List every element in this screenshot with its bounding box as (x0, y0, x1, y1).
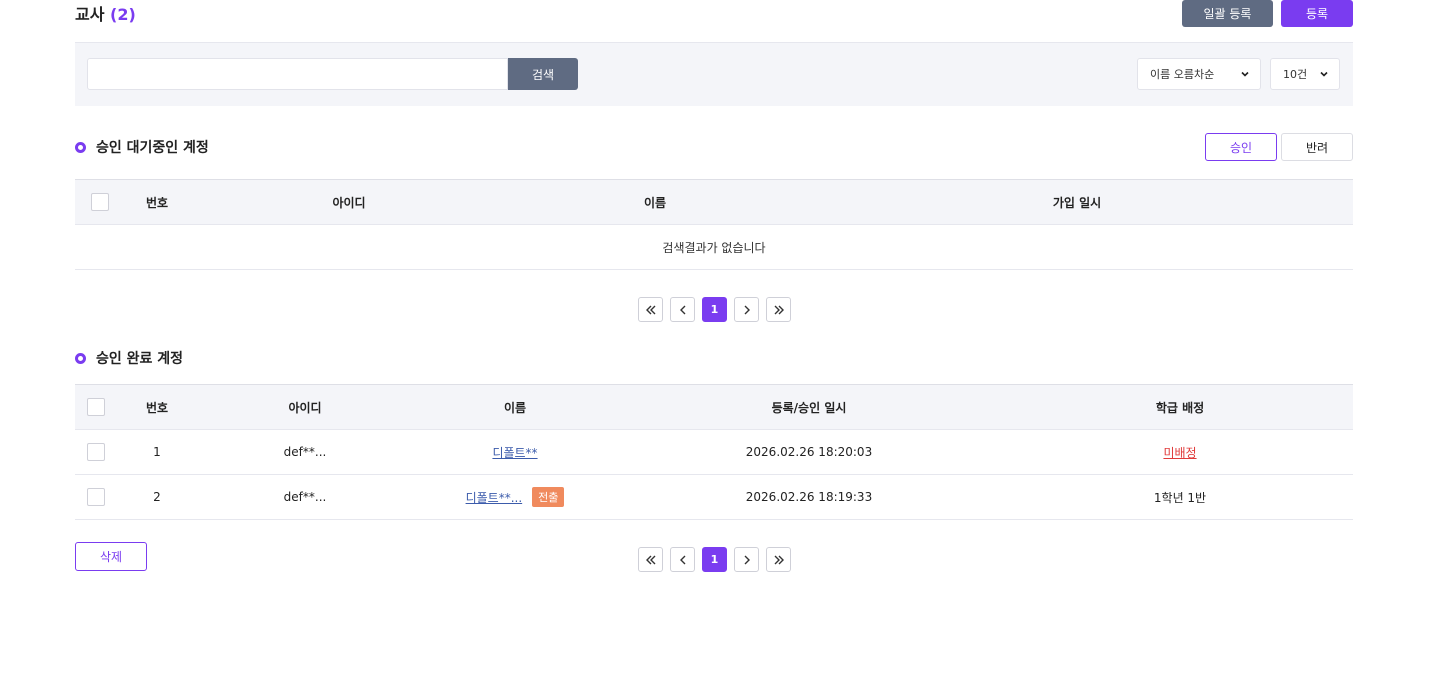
column-header-number: 번호 (145, 195, 169, 210)
empty-result-row: 검색결과가 없습니다 (75, 225, 1353, 270)
page-button-current[interactable]: 1 (702, 547, 727, 572)
column-header-id: 아이디 (332, 195, 366, 210)
column-header-name: 이름 (643, 195, 667, 210)
transfer-badge: 전출 (532, 487, 565, 507)
page-title-text: 교사 (75, 5, 105, 24)
page-size-select[interactable]: 10건 (1270, 58, 1340, 90)
approved-pagination: 1 (638, 547, 791, 572)
column-header-registered-at: 등록/승인 일시 (771, 400, 847, 415)
prev-page-button[interactable] (670, 297, 695, 322)
select-all-checkbox[interactable] (91, 193, 109, 211)
search-input[interactable] (87, 58, 508, 90)
row-registered-at: 2026.02.26 18:19:33 (745, 490, 873, 504)
row-checkbox[interactable] (87, 488, 105, 506)
empty-message: 검색결과가 없습니다 (662, 240, 766, 255)
next-page-button[interactable] (734, 297, 759, 322)
sort-select[interactable]: 이름 오름차순 (1137, 58, 1261, 90)
register-button[interactable]: 등록 (1281, 0, 1353, 27)
row-class-cell: 미배정 (1120, 430, 1240, 474)
row-number: 2 (153, 490, 161, 504)
row-name-cell: 디폴트**... 전출 (435, 475, 595, 519)
bullet-icon (75, 141, 86, 153)
column-header-class-assignment: 학급 배정 (1155, 400, 1205, 415)
row-checkbox-cell (86, 475, 106, 519)
search-button[interactable]: 검색 (508, 58, 578, 90)
approved-section-title: 승인 완료 계정 (75, 348, 183, 368)
chevron-right-icon (744, 555, 750, 564)
bulk-register-button[interactable]: 일괄 등록 (1182, 0, 1273, 27)
approved-table-header: 번호 아이디 이름 등록/승인 일시 학급 배정 (75, 384, 1353, 430)
reject-button[interactable]: 반려 (1281, 133, 1353, 161)
chevron-down-icon (1241, 71, 1249, 77)
column-header-id: 아이디 (288, 400, 322, 415)
pending-pagination: 1 (638, 297, 791, 322)
chevron-left-icon (679, 305, 685, 314)
row-name-link[interactable]: 디폴트**... (466, 489, 523, 506)
row-id: def**... (283, 490, 327, 504)
last-page-button[interactable] (766, 547, 791, 572)
approve-button[interactable]: 승인 (1205, 133, 1277, 161)
table-row: 2 def**... 디폴트**... 전출 2026.02.26 18:19:… (75, 475, 1353, 520)
select-all-cell (86, 385, 106, 429)
row-checkbox[interactable] (87, 443, 105, 461)
row-number: 1 (153, 445, 161, 459)
column-header-joined-at: 가입 일시 (1052, 195, 1102, 210)
table-row: 1 def**... 디폴트** 2026.02.26 18:20:03 미배정 (75, 430, 1353, 475)
first-page-button[interactable] (638, 547, 663, 572)
row-name-link[interactable]: 디폴트** (492, 444, 537, 461)
pending-section-title: 승인 대기중인 계정 (75, 137, 209, 157)
delete-button[interactable]: 삭제 (75, 542, 147, 571)
last-page-button[interactable] (766, 297, 791, 322)
teacher-count: (2) (110, 5, 136, 24)
next-page-button[interactable] (734, 547, 759, 572)
prev-page-button[interactable] (670, 547, 695, 572)
double-chevron-right-icon (774, 555, 784, 564)
double-chevron-left-icon (645, 555, 655, 564)
row-id: def**... (283, 445, 327, 459)
row-name-cell: 디폴트** (455, 430, 575, 474)
chevron-left-icon (679, 555, 685, 564)
unassigned-link[interactable]: 미배정 (1163, 444, 1196, 461)
bullet-icon (75, 352, 86, 364)
row-class-assignment: 1학년 1반 (1153, 490, 1207, 505)
row-checkbox-cell (86, 430, 106, 474)
sort-select-value: 이름 오름차순 (1150, 68, 1215, 81)
column-header-number: 번호 (145, 400, 169, 415)
page-button-current[interactable]: 1 (702, 297, 727, 322)
row-registered-at: 2026.02.26 18:20:03 (745, 445, 873, 459)
select-all-checkbox[interactable] (87, 398, 105, 416)
page-size-value: 10건 (1283, 68, 1308, 81)
chevron-right-icon (744, 305, 750, 314)
double-chevron-left-icon (645, 305, 655, 314)
double-chevron-right-icon (774, 305, 784, 314)
select-all-cell (90, 180, 110, 224)
page-title: 교사 (2) (75, 1, 136, 25)
column-header-name: 이름 (503, 400, 527, 415)
first-page-button[interactable] (638, 297, 663, 322)
chevron-down-icon (1320, 71, 1328, 77)
pending-table-header: 번호 아이디 이름 가입 일시 (75, 179, 1353, 225)
